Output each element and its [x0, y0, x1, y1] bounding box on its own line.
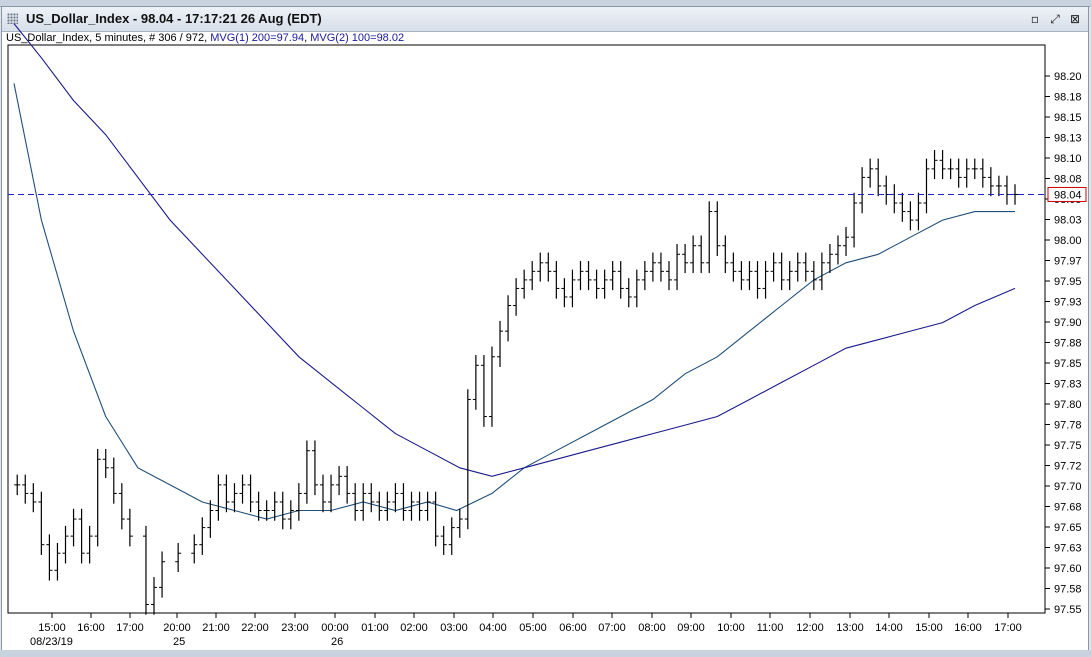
x-tick-label: 06:00 [559, 622, 587, 634]
x-tick-label: 13:00 [836, 622, 864, 634]
y-tick-label: 97.93 [1054, 297, 1082, 309]
y-tick-label: 97.97 [1054, 256, 1082, 268]
x-tick-label: 14:00 [875, 622, 903, 634]
y-tick-label: 97.95 [1054, 276, 1082, 288]
y-tick-label: 98.08 [1054, 174, 1082, 186]
y-tick-label: 97.83 [1054, 379, 1082, 391]
x-tick-label: 09:00 [677, 622, 705, 634]
x-tick-label: 16:00 [954, 622, 982, 634]
x-tick-label: 04:00 [479, 622, 507, 634]
y-tick-label: 97.58 [1054, 584, 1082, 596]
y-tick-label: 97.88 [1054, 338, 1082, 350]
x-tick-label: 20:00 [163, 622, 191, 634]
y-tick-label: 97.72 [1054, 461, 1082, 473]
x-tick-label: 22:00 [241, 622, 269, 634]
y-tick-label: 97.85 [1054, 358, 1082, 370]
x-tick-label: 01:00 [361, 622, 389, 634]
bottom-strip [0, 650, 1091, 657]
y-tick-label: 97.63 [1054, 543, 1082, 555]
x-tick-label: 16:00 [77, 622, 105, 634]
x-tick-label: 17:00 [116, 622, 144, 634]
price-bars [14, 150, 1018, 615]
y-tick-label: 97.55 [1054, 604, 1082, 616]
y-tick-label: 97.90 [1054, 317, 1082, 329]
last-price-label: 98.04 [1054, 189, 1082, 201]
y-tick-label: 97.70 [1054, 481, 1082, 493]
x-tick-label: 23:00 [281, 622, 309, 634]
x-tick-label: 12:00 [796, 622, 824, 634]
x-tick-label: 00:00 [321, 622, 349, 634]
x-tick-label: 11:00 [757, 622, 784, 634]
plot-frame [7, 44, 1046, 614]
y-tick-label: 97.65 [1054, 522, 1082, 534]
date-label: 26 [331, 636, 343, 648]
x-tick-label: 03:00 [440, 622, 468, 634]
y-tick-label: 98.15 [1054, 112, 1082, 124]
price-chart[interactable]: 98.2098.1898.1598.1398.1098.0898.0598.03… [0, 0, 1091, 657]
y-tick-label: 98.10 [1054, 153, 1082, 165]
y-tick-label: 97.68 [1054, 502, 1082, 514]
x-tick-label: 02:00 [400, 622, 428, 634]
x-tick-label: 21:00 [202, 622, 230, 634]
y-tick-label: 97.60 [1054, 563, 1082, 575]
x-tick-label: 15:00 [915, 622, 943, 634]
x-tick-label: 17:00 [994, 622, 1022, 634]
y-tick-label: 98.20 [1054, 71, 1082, 83]
x-tick-label: 15:00 [38, 622, 66, 634]
x-tick-label: 08:00 [638, 622, 666, 634]
y-tick-label: 98.03 [1054, 215, 1082, 227]
y-tick-label: 98.13 [1054, 133, 1082, 145]
y-tick-label: 97.80 [1054, 399, 1082, 411]
date-label: 08/23/19 [30, 636, 73, 648]
mvg1-line [13, 83, 1015, 520]
y-tick-label: 98.18 [1054, 92, 1082, 104]
date-label: 25 [173, 636, 185, 648]
x-tick-label: 07:00 [598, 622, 626, 634]
y-tick-label: 98.00 [1054, 235, 1082, 247]
x-tick-label: 05:00 [519, 622, 547, 634]
mvg2-line [13, 23, 1016, 477]
x-tick-label: 10:00 [717, 622, 745, 634]
y-tick-label: 97.75 [1054, 440, 1082, 452]
y-tick-label: 97.78 [1054, 420, 1082, 432]
